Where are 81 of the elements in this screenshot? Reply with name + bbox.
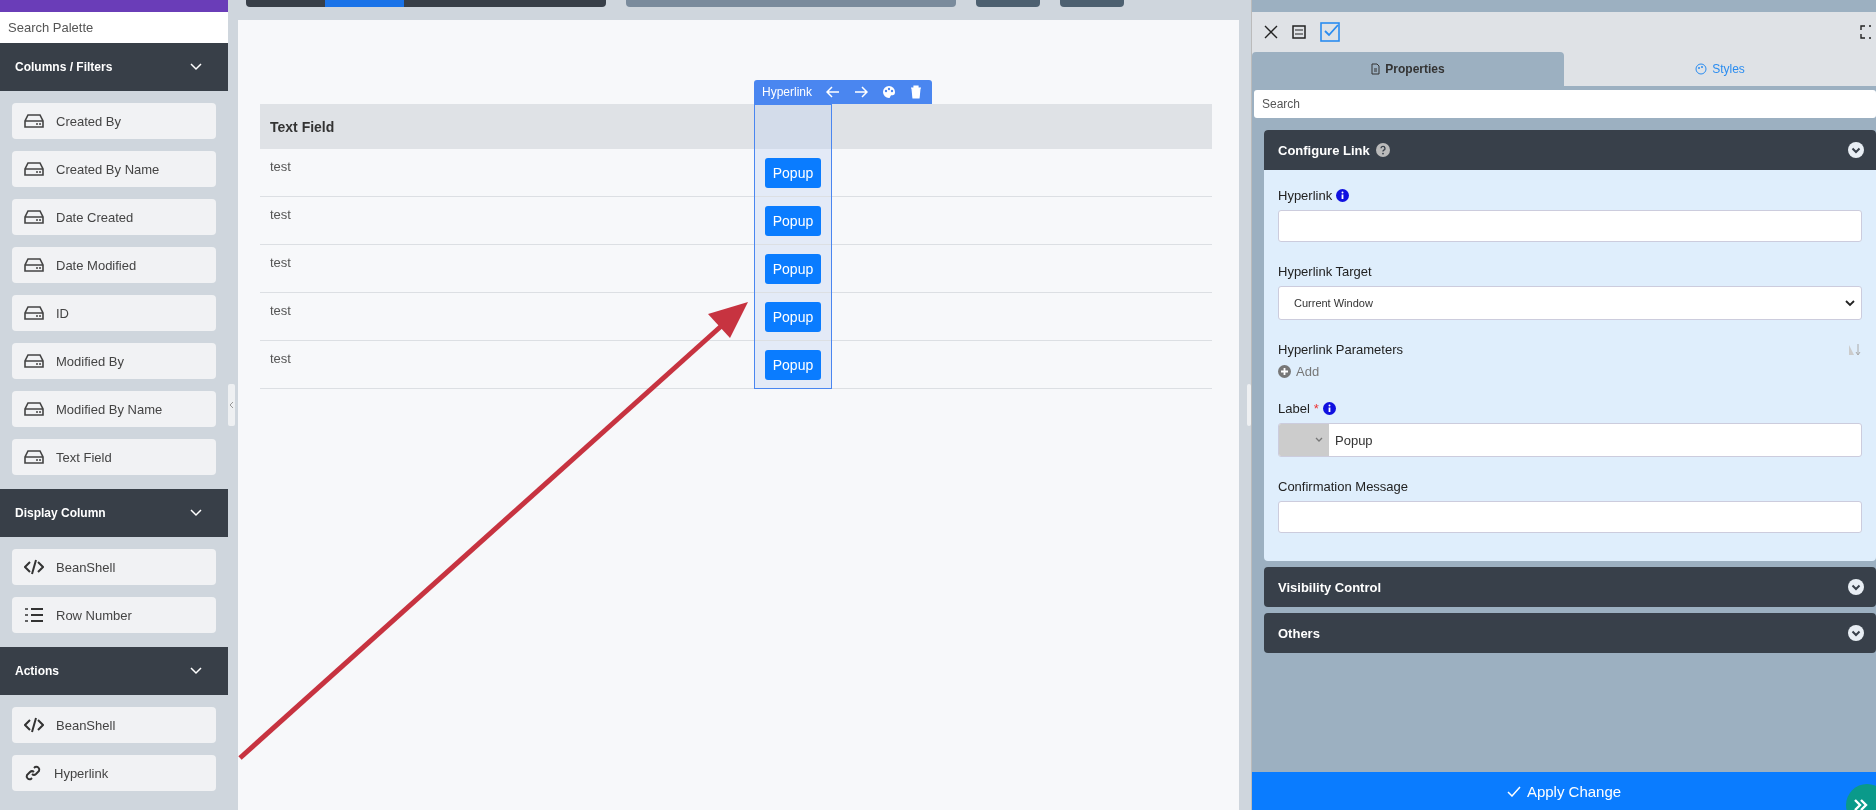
document-icon [1371,63,1381,75]
palette-item[interactable]: Row Number [12,597,216,633]
popup-button[interactable]: Popup [764,205,822,236]
toolbar-button[interactable] [1060,0,1124,7]
table-cell-text: test [269,206,292,224]
label-field[interactable]: Popup [1278,423,1862,457]
palette-item[interactable]: Hyperlink [12,755,216,791]
palette-icon[interactable] [882,85,896,99]
palette-item[interactable]: Date Modified [12,247,216,283]
search-field[interactable]: Search Palette [0,12,228,43]
code-icon [24,559,44,575]
section-header[interactable]: Display Column [0,489,228,537]
numbered-list-icon [24,607,44,623]
column-header: Text Field [269,117,336,137]
table-cell-text: test [269,350,292,368]
table-cell-text: test [269,254,292,272]
table-cell-text: test [269,158,292,176]
plus-circle-icon [1278,365,1291,378]
palette-icon [1695,63,1708,75]
apply-change-button[interactable]: Apply Change [1252,772,1876,810]
caret-icon [1845,299,1855,307]
arrow-left-icon[interactable] [826,86,840,98]
palette-item[interactable]: Created By Name [12,151,216,187]
drive-icon [24,306,44,320]
chevron-icon [1848,579,1864,595]
fullscreen-icon[interactable] [1860,25,1872,39]
chevron-left-icon [229,401,234,409]
input-field[interactable] [1278,210,1862,242]
field-label: Label [1278,401,1310,416]
checkbox-icon[interactable] [1320,22,1340,42]
section-header[interactable]: Columns / Filters [0,43,228,91]
drive-icon [24,210,44,224]
check-icon [1506,785,1521,797]
drive-icon [24,354,44,368]
add-link[interactable]: Add [1278,364,1862,379]
popup-button[interactable]: Popup [764,301,822,332]
chevron-icon [1848,625,1864,641]
sort-icon[interactable] [1848,342,1862,357]
drive-icon [24,450,44,464]
field-label: Hyperlink [1278,188,1333,203]
toolbar-button[interactable] [976,0,1040,7]
collapse-handle[interactable] [228,384,235,426]
field-label: Hyperlink Target [1278,264,1372,279]
palette-item[interactable]: BeanShell [12,549,216,585]
palette-item[interactable]: BeanShell [12,707,216,743]
drive-icon [24,162,44,176]
drive-icon [24,114,44,128]
section-header[interactable]: Configure Link [1264,130,1876,170]
close-icon[interactable] [1264,25,1278,39]
drive-icon [24,258,44,272]
section-header[interactable]: Actions [0,647,228,695]
drive-icon [24,402,44,416]
double-chevron-icon [1854,799,1868,810]
element-label: Hyperlink [762,85,812,99]
input-field[interactable] [1278,501,1862,533]
tab[interactable]: Properties [1252,52,1564,86]
palette-item[interactable]: Date Created [12,199,216,235]
popup-button[interactable]: Popup [764,349,822,380]
palette-item[interactable]: ID [12,295,216,331]
field-label: Hyperlink Parameters [1278,342,1403,357]
popup-button[interactable]: Popup [764,157,822,188]
palette-item[interactable]: Modified By Name [12,391,216,427]
trash-icon[interactable] [910,85,922,99]
search-field[interactable]: Search [1254,90,1876,118]
code-icon [24,717,44,733]
target-select[interactable]: Current Window [1278,286,1862,320]
palette-item[interactable]: Modified By [12,343,216,379]
section-header[interactable]: Others [1264,613,1876,653]
required-mark: * [1313,401,1319,416]
table-cell-text: test [269,302,292,320]
arrow-right-icon[interactable] [854,86,868,98]
link-icon [24,764,42,782]
resize-handle[interactable] [1247,384,1251,426]
palette-item[interactable]: Created By [12,103,216,139]
field-label: Confirmation Message [1278,479,1409,494]
caret-icon [1315,437,1323,443]
window-icon[interactable] [1292,25,1306,39]
palette-item[interactable]: Text Field [12,439,216,475]
chevron-icon [1848,142,1864,158]
popup-button[interactable]: Popup [764,253,822,284]
section-header[interactable]: Visibility Control [1264,567,1876,607]
